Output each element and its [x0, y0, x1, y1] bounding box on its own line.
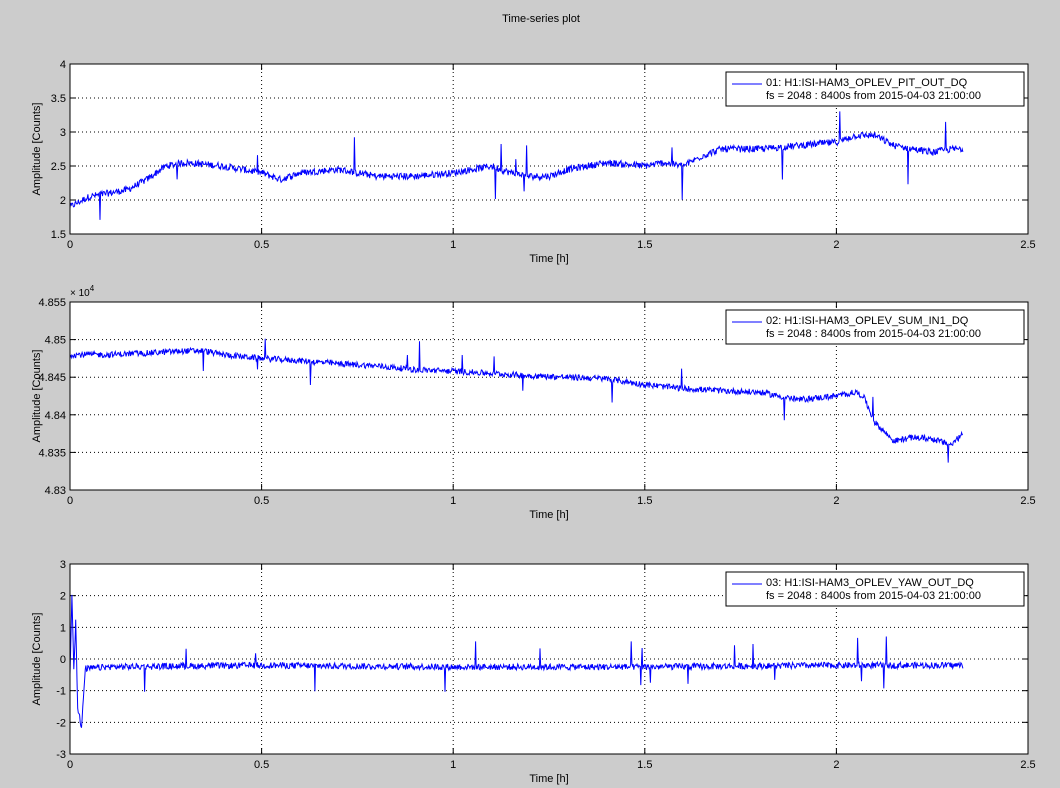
x-tick-label: 0	[67, 239, 73, 251]
legend-entry: 02: H1:ISI-HAM3_OPLEV_SUM_IN1_DQ	[766, 315, 969, 327]
y-tick-label: 4	[60, 59, 66, 71]
y-tick-label: -3	[56, 749, 66, 761]
legend-entry: 01: H1:ISI-HAM3_OPLEV_PIT_OUT_DQ	[766, 77, 968, 89]
y-tick-label: 4.85	[45, 335, 66, 347]
y-tick-label: 3	[60, 127, 66, 139]
legend: 03: H1:ISI-HAM3_OPLEV_YAW_OUT_DQfs = 204…	[725, 571, 1025, 607]
chart-panel-3: 0 0.5 1 1.5 2 2.5 -3 -2 -1 0 1 2 3 Time [h] Amplitude …	[31, 559, 1036, 785]
y-tick-label: 2	[60, 591, 66, 603]
x-tick-label: 0.5	[254, 759, 269, 771]
x-tick-label: 0.5	[254, 239, 269, 251]
x-tick-label: 1.5	[637, 495, 652, 507]
y-axis-label: Amplitude [Counts]	[31, 350, 43, 443]
x-tick-label: 1.5	[637, 239, 652, 251]
x-axis-label: Time [h]	[529, 773, 568, 785]
y-tick-label: 3	[60, 559, 66, 571]
y-tick-label: -1	[56, 686, 66, 698]
x-tick-label: 2.5	[1020, 239, 1035, 251]
figure: Time-series plot 0 0.5 1 1.5 2 2.5 1.5 2 2.5 3 3.5…	[31, 13, 1036, 785]
x-tick-label: 1	[450, 239, 456, 251]
x-tick-label: 2	[833, 495, 839, 507]
y-tick-label: 2.5	[51, 161, 66, 173]
y-tick-label: 4.84	[45, 410, 66, 422]
x-axis-label: Time [h]	[529, 253, 568, 265]
x-tick-label: 1	[450, 495, 456, 507]
y-tick-label: 4.855	[38, 297, 66, 309]
y-axis-label: Amplitude [Counts]	[31, 613, 43, 706]
chart-panel-1: 0 0.5 1 1.5 2 2.5 1.5 2 2.5 3 3.5 4 Time [h] Amplitud…	[31, 59, 1036, 265]
y-tick-label: 3.5	[51, 93, 66, 105]
y-tick-label: 4.835	[38, 447, 66, 459]
figure-title: Time-series plot	[502, 13, 580, 25]
x-tick-label: 1	[450, 759, 456, 771]
legend-entry: fs = 2048 : 8400s from 2015-04-03 21:00:…	[766, 590, 981, 602]
x-tick-label: 0.5	[254, 495, 269, 507]
x-tick-label: 2	[833, 239, 839, 251]
y-tick-label: 1.5	[51, 229, 66, 241]
legend-entry: 03: H1:ISI-HAM3_OPLEV_YAW_OUT_DQ	[766, 577, 974, 589]
y-exponent-label: × 104	[70, 284, 95, 299]
x-tick-label: 2.5	[1020, 759, 1035, 771]
x-tick-label: 0	[67, 495, 73, 507]
legend: 01: H1:ISI-HAM3_OPLEV_PIT_OUT_DQfs = 204…	[725, 71, 1025, 107]
x-axis-label: Time [h]	[529, 509, 568, 521]
legend-entry: fs = 2048 : 8400s from 2015-04-03 21:00:…	[766, 90, 981, 102]
y-axis-label: Amplitude [Counts]	[31, 103, 43, 196]
x-tick-label: 2	[833, 759, 839, 771]
legend-entry: fs = 2048 : 8400s from 2015-04-03 21:00:…	[766, 328, 981, 340]
chart-panel-2: 0 0.5 1 1.5 2 2.54.834.8354.844.8454.854.855×…	[31, 284, 1036, 521]
y-tick-label: 0	[60, 654, 66, 666]
y-tick-label: 4.83	[45, 485, 66, 497]
x-tick-label: 1.5	[637, 759, 652, 771]
y-tick-label: 2	[60, 195, 66, 207]
y-tick-label: -2	[56, 717, 66, 729]
x-tick-label: 2.5	[1020, 495, 1035, 507]
x-tick-label: 0	[67, 759, 73, 771]
legend: 02: H1:ISI-HAM3_OPLEV_SUM_IN1_DQfs = 204…	[725, 309, 1025, 345]
y-tick-label: 1	[60, 622, 66, 634]
